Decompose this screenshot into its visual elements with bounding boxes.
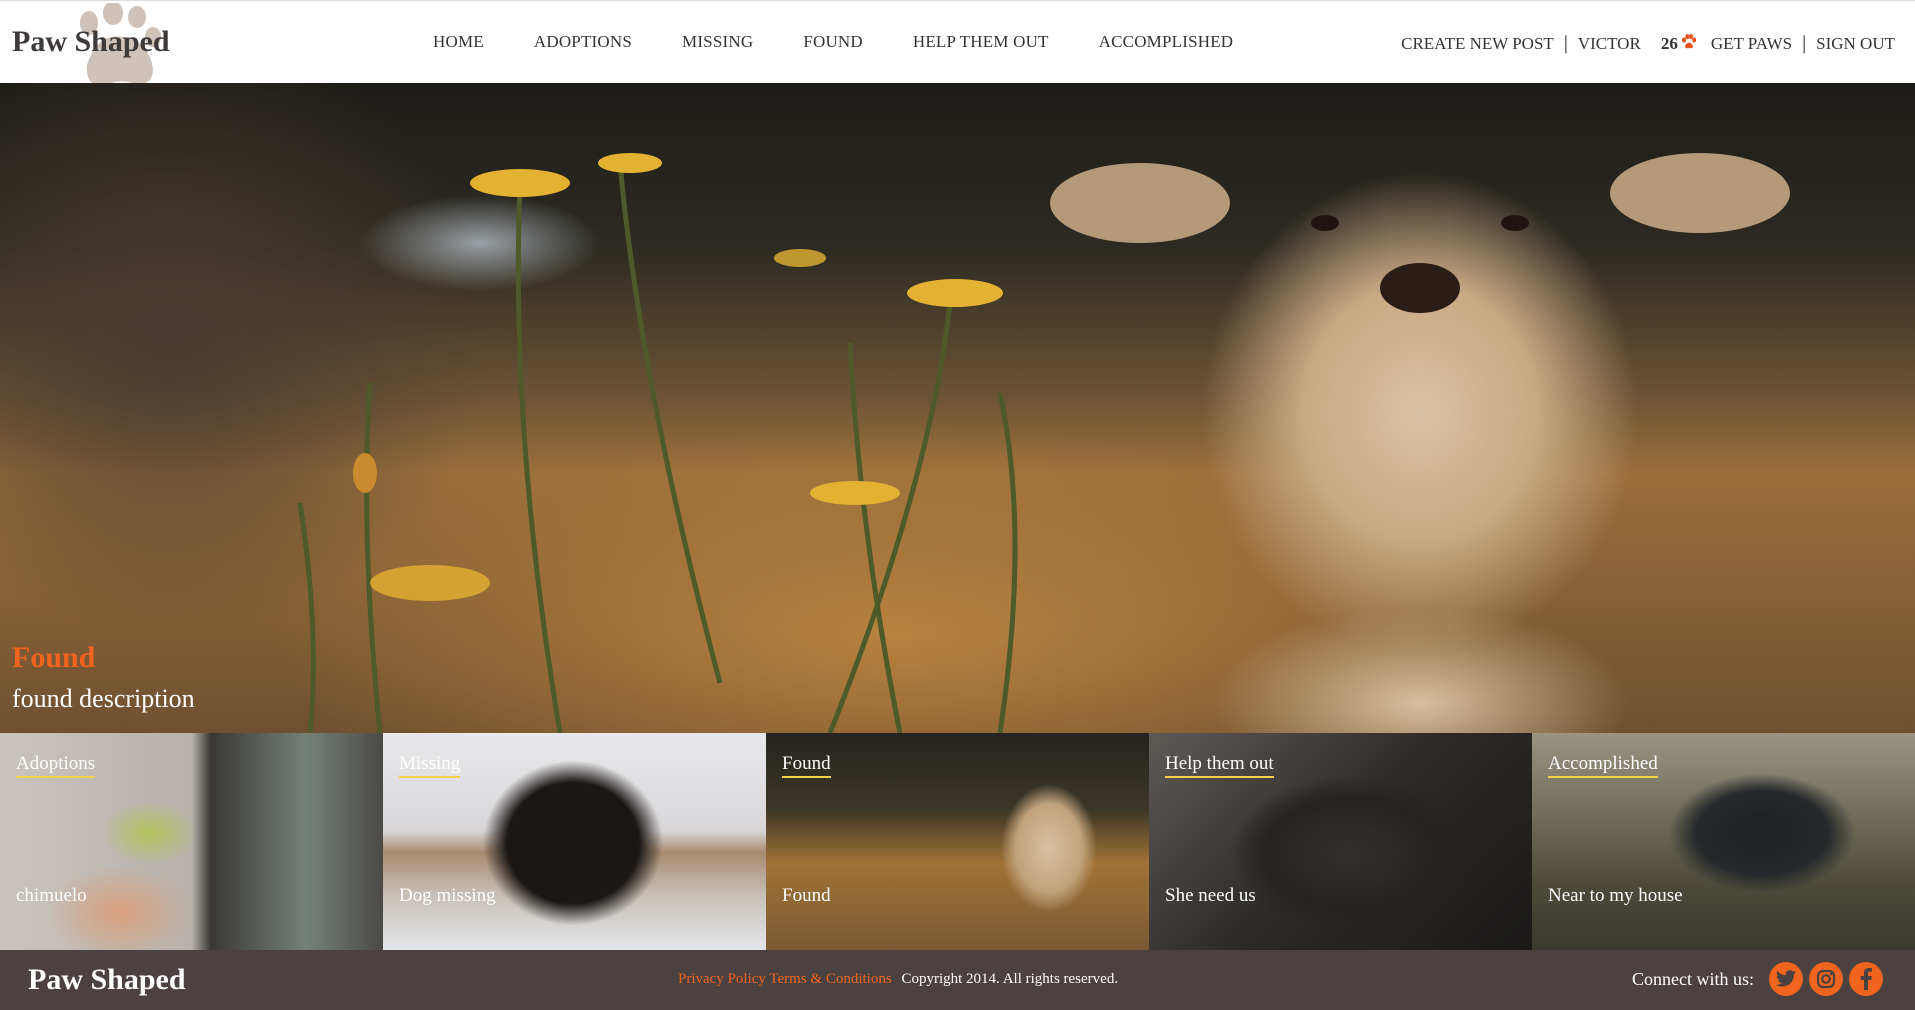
create-post-link[interactable]: CREATE NEW POST: [1401, 34, 1554, 54]
tile-label[interactable]: Accomplished: [1548, 753, 1658, 778]
tile-adoptions[interactable]: Adoptions chimuelo: [0, 733, 383, 950]
connect-label: Connect with us:: [1632, 968, 1754, 989]
tile-label[interactable]: Missing: [399, 753, 461, 778]
tile-label[interactable]: Help them out: [1165, 753, 1274, 778]
twitter-icon[interactable]: [1769, 962, 1803, 996]
username-link[interactable]: VICTOR: [1578, 34, 1641, 54]
hero-title: Found: [12, 641, 96, 674]
instagram-icon[interactable]: [1809, 962, 1843, 996]
sign-out-link[interactable]: SIGN OUT: [1816, 34, 1895, 54]
nav-accomplished[interactable]: ACCOMPLISHED: [1099, 32, 1234, 52]
paw-count: 26: [1660, 33, 1678, 53]
logo[interactable]: Paw Shaped: [12, 3, 212, 86]
tile-caption: Near to my house: [1548, 885, 1683, 906]
social-links: Connect with us:: [1632, 962, 1883, 996]
copyright-text: Copyright 2014. All rights reserved.: [901, 971, 1119, 987]
hero-banner: Found found description: [0, 83, 1915, 733]
tile-caption: chimuelo: [16, 885, 87, 906]
nav-adoptions[interactable]: ADOPTIONS: [534, 32, 632, 52]
hero-description: found description: [12, 684, 195, 713]
tile-help-them-out[interactable]: Help them out She need us: [1149, 733, 1532, 950]
main-nav: HOME ADOPTIONS MISSING FOUND HELP THEM O…: [433, 32, 1283, 52]
nav-missing[interactable]: MISSING: [682, 32, 753, 52]
facebook-icon[interactable]: [1849, 962, 1883, 996]
tile-label[interactable]: Adoptions: [16, 753, 96, 778]
nav-help-them-out[interactable]: HELP THEM OUT: [913, 32, 1049, 52]
tile-caption: She need us: [1165, 885, 1256, 906]
nav-found[interactable]: FOUND: [803, 32, 863, 52]
separator: |: [1802, 32, 1807, 54]
site-footer: Paw Shaped Privacy Policy Terms & Condit…: [0, 950, 1915, 1010]
hero-photo: [297, 153, 1790, 733]
tile-label[interactable]: Found: [782, 753, 831, 778]
nav-home[interactable]: HOME: [433, 32, 484, 52]
footer-links: Privacy Policy Terms & Conditions Copyri…: [678, 971, 1118, 988]
category-tiles: Adoptions chimuelo Missing Dog missing F…: [0, 733, 1915, 950]
logo-text: Paw Shaped: [12, 25, 170, 58]
tile-accomplished[interactable]: Accomplished Near to my house: [1532, 733, 1915, 950]
get-paws-link[interactable]: GET PAWS: [1711, 34, 1792, 54]
privacy-policy-link[interactable]: Privacy Policy: [678, 971, 766, 987]
site-header: Paw Shaped HOME ADOPTIONS MISSING FOUND …: [0, 0, 1915, 86]
tile-missing[interactable]: Missing Dog missing: [383, 733, 766, 950]
tile-caption: Found: [782, 885, 831, 906]
tile-caption: Dog missing: [399, 885, 496, 906]
terms-link[interactable]: Terms & Conditions: [769, 971, 891, 987]
user-nav: CREATE NEW POST | VICTOR 26 GET PAWS | S…: [1401, 32, 1895, 55]
footer-logo: Paw Shaped: [28, 963, 186, 996]
paw-icon: [1681, 33, 1697, 54]
tile-found[interactable]: Found Found: [766, 733, 1149, 950]
separator: |: [1563, 32, 1568, 54]
